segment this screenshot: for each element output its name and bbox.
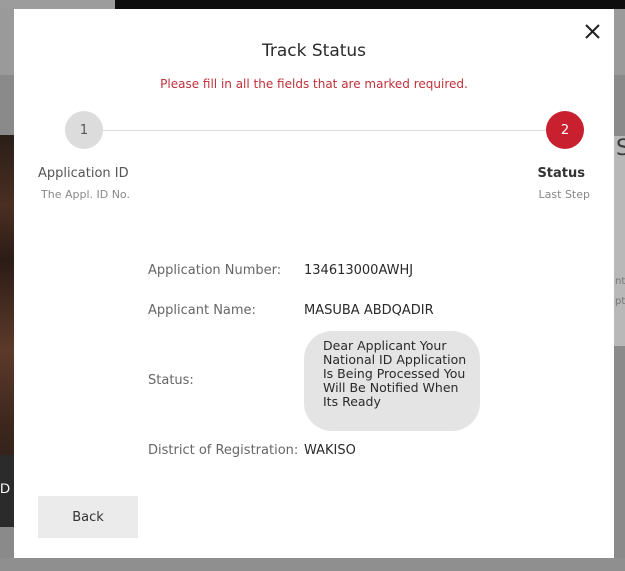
- background-bottom: [0, 558, 625, 571]
- error-message: Please fill in all the fields that are m…: [160, 77, 468, 91]
- applicant-name-label: Applicant Name:: [148, 303, 256, 318]
- background-card-heading: S: [616, 136, 625, 161]
- modal-title: Track Status: [261, 41, 367, 61]
- step-2-circle[interactable]: 2: [546, 111, 584, 149]
- district-label: District of Registration:: [148, 443, 299, 458]
- track-status-modal: Track Status Please fill in all the fiel…: [14, 9, 614, 558]
- step-1-label: Application ID: [38, 166, 129, 181]
- back-button[interactable]: Back: [38, 496, 138, 538]
- background-panel-left: [0, 9, 14, 75]
- close-icon: [585, 24, 600, 39]
- applicant-name-value: MASUBA ABDQADIR: [304, 303, 434, 318]
- application-number-label: Application Number:: [148, 263, 282, 278]
- close-button[interactable]: [583, 22, 603, 42]
- background-panel-right: [614, 9, 625, 75]
- status-message-bubble: Dear Applicant Your National ID Applicat…: [304, 331, 480, 431]
- step-1-sublabel: The Appl. ID No.: [41, 188, 130, 201]
- stepper-line: [102, 130, 546, 131]
- step-1-circle[interactable]: 1: [65, 111, 103, 149]
- background-header: [115, 0, 625, 9]
- application-number-value: 134613000AWHJ: [304, 263, 414, 278]
- background-card-line-1: nte: [615, 276, 625, 287]
- step-2-label: Status: [537, 166, 585, 181]
- district-value: WAKISO: [304, 443, 356, 458]
- background-card: S nte ptio: [614, 136, 625, 346]
- step-2-sublabel: Last Step: [538, 188, 590, 201]
- background-photo-caption: D: [0, 480, 11, 496]
- status-label: Status:: [148, 373, 194, 388]
- background-card-line-2: ptio: [615, 296, 625, 307]
